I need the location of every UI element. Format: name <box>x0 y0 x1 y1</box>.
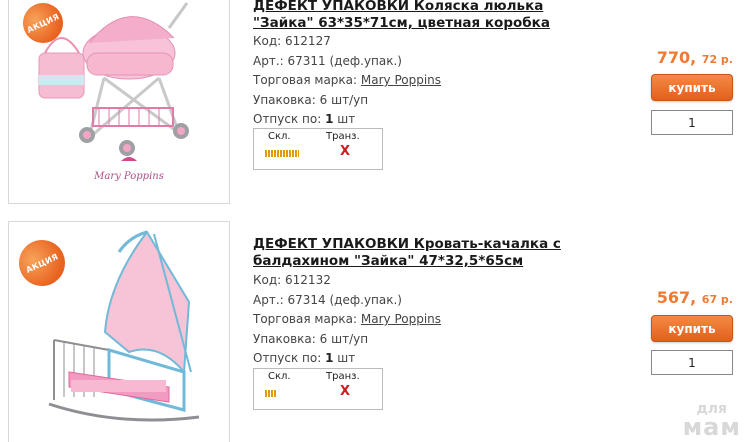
warehouse-label: Скл. <box>268 371 291 382</box>
product-card: Mary Poppins АКЦИЯ ДЕФЕКТ УПАКОВКИ Коляс… <box>0 0 755 212</box>
warehouse-stock-bar <box>265 390 277 397</box>
product-image[interactable]: Mary Poppins АКЦИЯ <box>8 0 230 204</box>
transit-none-icon: X <box>340 144 351 159</box>
release-row: Отпуск по: 1 шт <box>253 112 356 126</box>
pack-row: Упаковка: 6 шт/уп <box>253 331 369 346</box>
buy-button[interactable]: купить <box>651 315 733 342</box>
brand-row: Торговая марка: Mary Poppins <box>253 73 442 87</box>
pack-row: Упаковка: 6 шт/уп <box>253 92 369 107</box>
stock-availability: Скл. Транз. X <box>253 128 383 170</box>
product-title-link[interactable]: ДЕФЕКТ УПАКОВКИ Коляска люлька "Зайка" 6… <box>253 0 583 32</box>
transit-label: Транз. <box>326 371 360 382</box>
price: 770, 72 р. <box>656 48 733 67</box>
article-row: Арт.: 67314 (деф.упак.) <box>253 292 402 307</box>
transit-none-icon: X <box>340 384 351 399</box>
transit-label: Транз. <box>326 131 360 142</box>
svg-text:Mary Poppins: Mary Poppins <box>93 171 164 182</box>
site-watermark: для мам <box>682 401 741 441</box>
brand-link[interactable]: Mary Poppins <box>361 73 441 87</box>
buy-button[interactable]: купить <box>651 74 733 101</box>
quantity-input[interactable] <box>651 110 733 135</box>
price: 567, 67 р. <box>656 288 733 307</box>
brand-row: Торговая марка: Mary Poppins <box>253 312 442 326</box>
code-row: Код: 612132 <box>253 273 331 287</box>
title-line: балдахином "Зайка" 47*32,5*65см <box>253 253 524 269</box>
product-image[interactable]: АКЦИЯ <box>8 221 230 442</box>
product-title-link[interactable]: ДЕФЕКТ УПАКОВКИ Кровать-качалка с балдах… <box>253 236 583 270</box>
brand-link[interactable]: Mary Poppins <box>361 312 441 326</box>
product-info: Код: 612132 Арт.: 67314 (деф.упак.) Торг… <box>253 271 441 369</box>
quantity-input[interactable] <box>651 350 733 375</box>
title-line: ДЕФЕКТ УПАКОВКИ Коляска люлька <box>253 0 544 14</box>
release-row: Отпуск по: 1 шт <box>253 351 356 365</box>
article-row: Арт.: 67311 (деф.упак.) <box>253 53 402 68</box>
title-line: "Зайка" 63*35*71см, цветная коробка <box>253 15 550 31</box>
title-line: ДЕФЕКТ УПАКОВКИ Кровать-качалка с <box>253 236 561 252</box>
code-row: Код: 612127 <box>253 34 331 48</box>
warehouse-stock-bar <box>265 150 299 157</box>
product-card: АКЦИЯ ДЕФЕКТ УПАКОВКИ Кровать-качалка с … <box>0 221 755 442</box>
warehouse-label: Скл. <box>268 131 291 142</box>
product-info: Код: 612127 Арт.: 67311 (деф.упак.) Торг… <box>253 32 441 130</box>
stock-availability: Скл. Транз. X <box>253 368 383 410</box>
